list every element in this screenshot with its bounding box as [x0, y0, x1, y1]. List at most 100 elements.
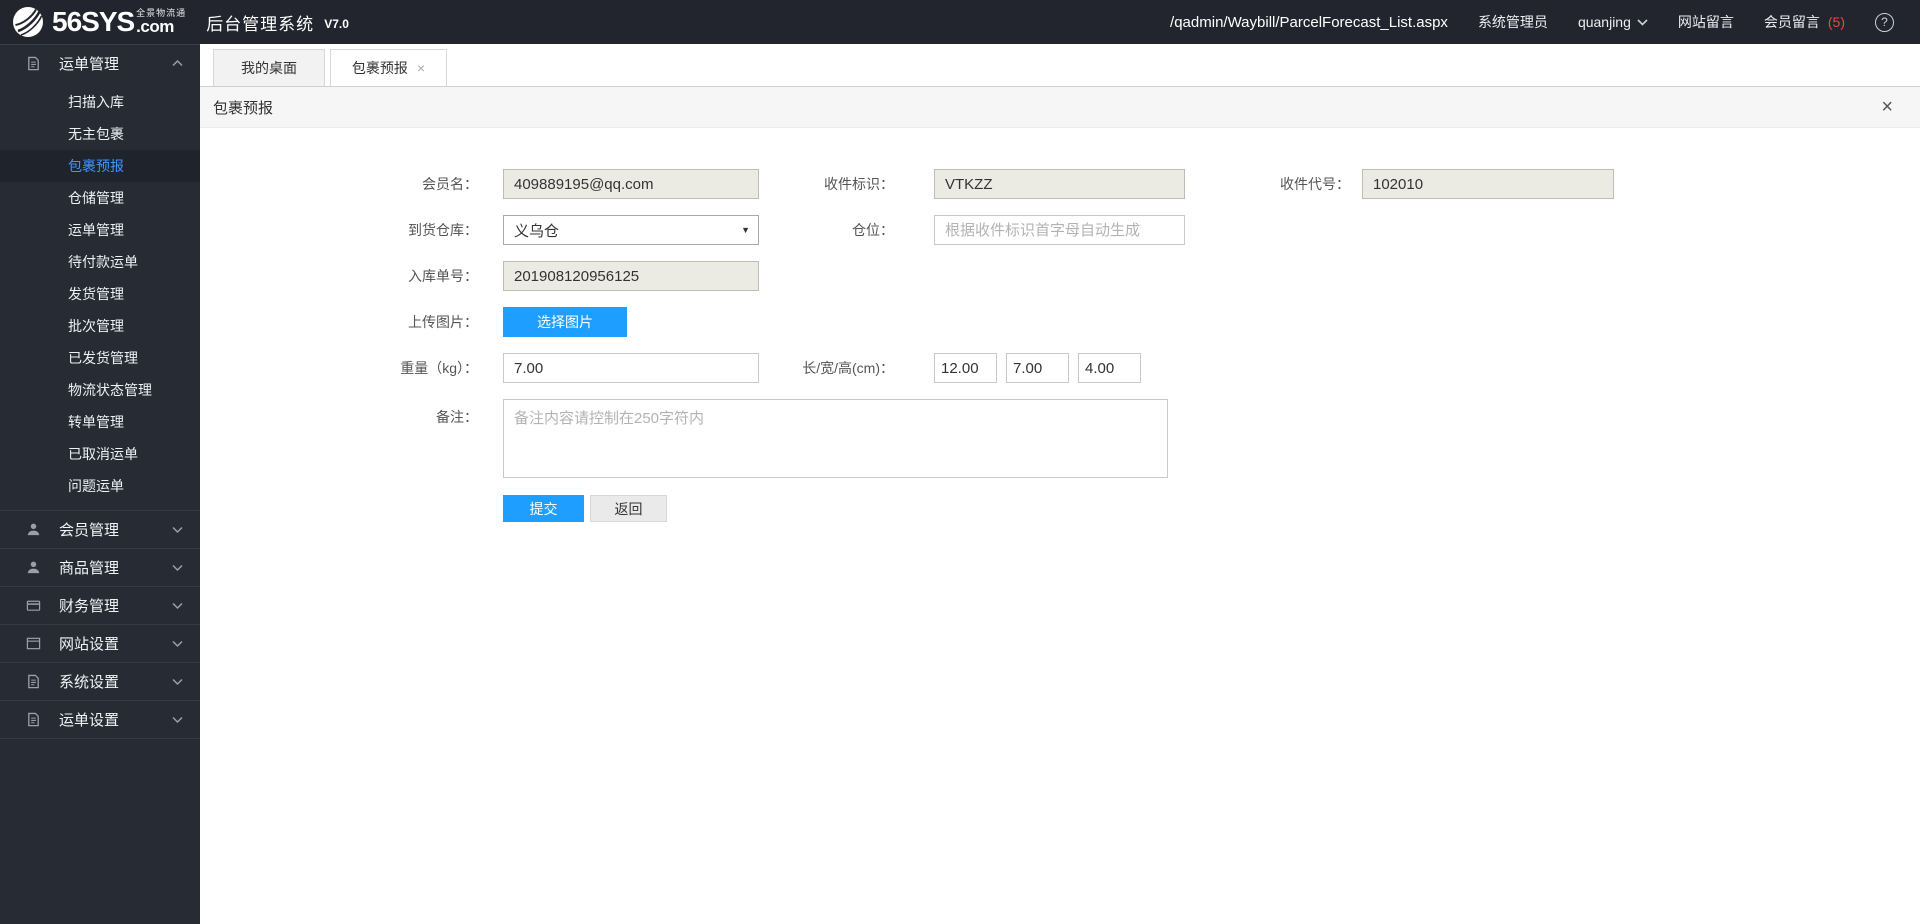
sidebar-section-finance-management: 财务管理	[0, 587, 200, 625]
sidebar-item-label: 会员管理	[59, 519, 119, 540]
sidebar-item-waybill-settings[interactable]: 运单设置	[0, 701, 200, 738]
chevron-down-icon	[172, 562, 183, 573]
sidebar-item-parcel-forecast[interactable]: 包裹预报	[0, 150, 200, 182]
sidebar-item-pending-payment-waybill[interactable]: 待付款运单	[0, 246, 200, 278]
sidebar-nav: 运单管理扫描入库无主包裹包裹预报仓储管理运单管理待付款运单发货管理批次管理已发货…	[0, 44, 200, 924]
chevron-down-icon	[172, 676, 183, 687]
sidebar-section-product-management: 商品管理	[0, 549, 200, 587]
panel-title: 包裹预报	[213, 97, 273, 118]
panel-close-icon[interactable]: ×	[1881, 97, 1893, 117]
dimensions-label: 长/宽/高(cm)：	[759, 358, 934, 378]
brand-text: 56SYS	[52, 8, 134, 36]
sidebar-item-label: 系统设置	[59, 671, 119, 692]
site-messages-link[interactable]: 网站留言	[1678, 12, 1734, 32]
sidebar-section-member-management: 会员管理	[0, 511, 200, 549]
length-field[interactable]	[934, 353, 997, 383]
panel-header: 包裹预报 ×	[200, 87, 1920, 128]
dropdown-caret-icon: ▼	[741, 225, 750, 235]
document-icon	[26, 674, 42, 690]
sidebar-item-cancelled-waybill[interactable]: 已取消运单	[0, 438, 200, 470]
sidebar-item-product-management[interactable]: 商品管理	[0, 549, 200, 586]
member-name-field[interactable]	[503, 169, 759, 199]
weight-label: 重量（kg）：	[200, 358, 503, 378]
app-version: V7.0	[324, 17, 349, 31]
tab-bar: 我的桌面 包裹预报 ×	[200, 44, 1920, 87]
arrival-warehouse-select[interactable]: 义乌仓 ▼	[503, 215, 759, 245]
sidebar-item-website-settings[interactable]: 网站设置	[0, 625, 200, 662]
top-header: 56SYS 全景物流通 .com 后台管理系统 V7.0 /qadmin/Way…	[0, 0, 1920, 44]
back-button[interactable]: 返回	[590, 495, 667, 522]
sidebar-item-shipped-management[interactable]: 已发货管理	[0, 342, 200, 374]
sidebar-item-scan-inbound[interactable]: 扫描入库	[0, 86, 200, 118]
sidebar-section-waybill-settings: 运单设置	[0, 701, 200, 739]
chevron-down-icon	[172, 600, 183, 611]
warehouse-slot-field[interactable]	[934, 215, 1185, 245]
app-title: 后台管理系统	[206, 10, 314, 35]
tab-parcel-forecast[interactable]: 包裹预报 ×	[330, 49, 447, 86]
window-icon	[26, 636, 42, 652]
arrival-warehouse-label: 到货仓库：	[200, 220, 503, 240]
height-field[interactable]	[1078, 353, 1141, 383]
sidebar-item-warehouse-storage[interactable]: 仓储管理	[0, 182, 200, 214]
warehouse-slot-label: 仓位：	[759, 220, 934, 240]
help-icon[interactable]: ?	[1875, 13, 1894, 32]
document-icon	[26, 56, 42, 72]
user-role: 系统管理员	[1478, 12, 1548, 32]
tab-close-icon[interactable]: ×	[417, 61, 425, 75]
member-messages-link[interactable]: 会员留言 (5)	[1764, 12, 1845, 32]
current-page-path: /qadmin/Waybill/ParcelForecast_List.aspx	[1170, 14, 1448, 31]
sidebar-section-website-settings: 网站设置	[0, 625, 200, 663]
width-field[interactable]	[1006, 353, 1069, 383]
card-icon	[26, 598, 42, 614]
chevron-up-icon	[172, 58, 183, 69]
main-content: 我的桌面 包裹预报 × 包裹预报 × 会员名： 收件标识： 收件代号： 到货仓库…	[200, 44, 1920, 924]
sidebar-item-label: 运单设置	[59, 709, 119, 730]
sidebar-item-label: 网站设置	[59, 633, 119, 654]
sidebar-item-label: 财务管理	[59, 595, 119, 616]
user-icon	[26, 522, 42, 538]
sidebar-section-waybill-management: 运单管理扫描入库无主包裹包裹预报仓储管理运单管理待付款运单发货管理批次管理已发货…	[0, 45, 200, 511]
sidebar-item-waybill-list[interactable]: 运单管理	[0, 214, 200, 246]
member-messages-count: (5)	[1828, 14, 1845, 30]
sidebar-item-waybill-management[interactable]: 运单管理	[0, 45, 200, 82]
brand-tld: .com	[136, 18, 174, 35]
sidebar-item-system-settings[interactable]: 系统设置	[0, 663, 200, 700]
sidebar-item-unclaimed-parcel[interactable]: 无主包裹	[0, 118, 200, 150]
recipient-mark-label: 收件标识：	[759, 174, 934, 194]
weight-field[interactable]	[503, 353, 759, 383]
chevron-down-icon	[172, 714, 183, 725]
sidebar-item-transfer-management[interactable]: 转单管理	[0, 406, 200, 438]
choose-image-button[interactable]: 选择图片	[503, 307, 627, 337]
recipient-code-field[interactable]	[1362, 169, 1614, 199]
sidebar-item-batch-management[interactable]: 批次管理	[0, 310, 200, 342]
sidebar-item-logistics-status[interactable]: 物流状态管理	[0, 374, 200, 406]
member-messages-label: 会员留言	[1764, 12, 1820, 32]
member-name-label: 会员名：	[200, 174, 503, 194]
logo: 56SYS 全景物流通 .com	[0, 6, 186, 38]
user-menu[interactable]: quanjing	[1578, 14, 1648, 30]
tab-label: 我的桌面	[241, 58, 297, 78]
document-icon	[26, 712, 42, 728]
recipient-code-label: 收件代号：	[1185, 174, 1362, 194]
sidebar-submenu-waybill-management: 扫描入库无主包裹包裹预报仓储管理运单管理待付款运单发货管理批次管理已发货管理物流…	[0, 82, 200, 510]
sidebar-item-shipping-management[interactable]: 发货管理	[0, 278, 200, 310]
chevron-down-icon	[172, 524, 183, 535]
remark-label: 备注：	[200, 399, 503, 427]
sidebar-section-system-settings: 系统设置	[0, 663, 200, 701]
arrival-warehouse-value: 义乌仓	[514, 220, 559, 241]
user-icon	[26, 560, 42, 576]
username: quanjing	[1578, 14, 1631, 30]
sidebar-item-finance-management[interactable]: 财务管理	[0, 587, 200, 624]
remark-textarea[interactable]	[503, 399, 1168, 478]
recipient-mark-field[interactable]	[934, 169, 1185, 199]
tab-my-desktop[interactable]: 我的桌面	[213, 49, 325, 86]
sidebar-item-member-management[interactable]: 会员管理	[0, 511, 200, 548]
sidebar-item-problem-waybill[interactable]: 问题运单	[0, 470, 200, 502]
sidebar-item-label: 商品管理	[59, 557, 119, 578]
chevron-down-icon	[172, 638, 183, 649]
sidebar-item-label: 运单管理	[59, 53, 119, 74]
submit-button[interactable]: 提交	[503, 495, 584, 522]
upload-image-label: 上传图片：	[200, 312, 503, 332]
inbound-number-field[interactable]	[503, 261, 759, 291]
logo-globe-icon	[12, 6, 44, 38]
